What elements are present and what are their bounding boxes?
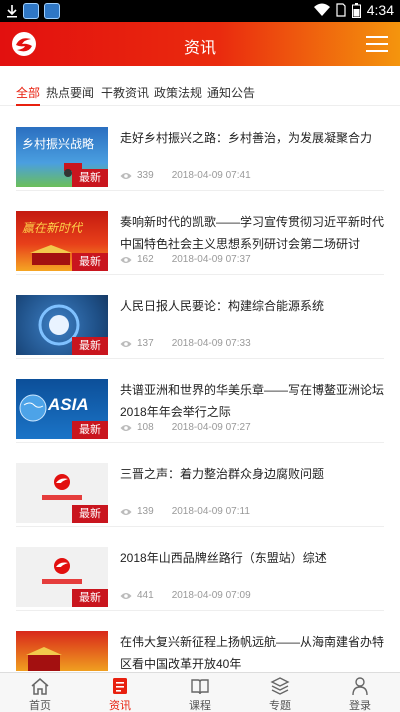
placeholder-logo-icon [42,558,82,584]
home-icon [31,678,49,695]
nav-home-label: 首页 [29,700,51,712]
list-item[interactable]: 最新 三晋之声：着力整治群众身边腐败问题 139 2018-04-09 07:1… [16,443,384,527]
category-tabs: 全部 热点要闻 干教资讯 政策法规 通知公告 [0,66,400,106]
eye-icon [120,508,132,515]
view-count: 137 [137,338,154,349]
list-item[interactable]: ASIA 最新 共谱亚洲和世界的华美乐章——写在博鳌亚洲论坛2018年年会举行之… [16,359,384,443]
placeholder-logo-icon [42,474,82,500]
menu-icon-bar [366,36,388,38]
thumbnail-caption: ASIA [48,395,89,414]
sim-icon [336,3,346,17]
article-title: 走好乡村振兴之路：乡村善治，为发展凝聚合力 [120,131,373,145]
nav-home[interactable]: 首页 [0,673,80,712]
article-thumbnail: 最新 [16,463,108,523]
nav-login[interactable]: 登录 [320,673,400,712]
eye-icon [120,256,132,263]
new-badge: 最新 [72,505,108,523]
article-title: 共谱亚洲和世界的华美乐章——写在博鳌亚洲论坛2018年年会举行之际 [120,383,385,419]
user-icon [352,677,368,696]
thumbnail-caption: 赢在新时代 [22,221,83,235]
tiananmen-icon [30,245,72,265]
eye-icon [120,592,132,599]
publish-date: 2018-04-09 07:11 [171,506,250,517]
globe-icon [19,394,47,422]
eye-icon [120,424,132,431]
download-icon [7,5,17,18]
nav-news-label: 资讯 [109,700,131,712]
article-meta: 137 2018-04-09 07:33 [120,338,251,349]
layers-icon [270,677,290,695]
status-time: 4:34 [366,2,394,18]
bottom-navigation: 首页 资讯 课程 专题 登录 [0,672,400,712]
publish-date: 2018-04-09 07:41 [171,170,251,181]
nav-news[interactable]: 资讯 [80,673,160,712]
notification-app-icon [23,3,39,19]
eye-icon [120,340,132,347]
news-icon [113,678,127,694]
battery-icon [351,2,361,18]
article-thumbnail: 最新 [16,295,108,355]
list-item[interactable]: 乡村振兴战略 最新 走好乡村振兴之路：乡村善治，为发展凝聚合力 339 2018… [16,107,384,191]
article-thumbnail: 乡村振兴战略 最新 [16,127,108,187]
article-thumbnail: 赢在新时代 最新 [16,211,108,271]
article-title: 人民日报人民要论：构建综合能源系统 [120,299,325,313]
page-title: 资讯 [183,40,216,57]
menu-button[interactable] [366,36,388,52]
new-badge: 最新 [72,253,108,271]
new-badge: 最新 [72,169,108,187]
tiananmen-icon [26,647,62,671]
list-item[interactable]: 最新 2018年山西品牌丝路行（东盟站）综述 441 2018-04-09 07… [16,527,384,611]
tab-cadre-education[interactable]: 干教资讯 [101,84,149,106]
menu-icon-bar [366,43,388,45]
wifi-icon [313,3,330,16]
new-badge: 最新 [72,589,108,607]
nav-courses-label: 课程 [189,700,211,712]
publish-date: 2018-04-09 07:37 [171,254,251,265]
list-item[interactable]: 赢在新时代 最新 奏响新时代的凯歌——学习宣传贯彻习近平新时代中国特色社会主义思… [16,191,384,275]
app-header: 资讯 [0,22,400,66]
article-title: 奏响新时代的凯歌——学习宣传贯彻习近平新时代中国特色社会主义思想系列研讨会第二场… [120,215,385,251]
view-count: 162 [137,254,154,265]
thumbnail-caption: 乡村振兴战略 [22,137,95,151]
article-thumbnail: ASIA 最新 [16,379,108,439]
view-count: 139 [137,506,154,517]
article-title: 2018年山西品牌丝路行（东盟站）综述 [120,551,327,565]
view-count: 108 [137,422,154,433]
view-count: 339 [137,170,154,181]
nav-topics-label: 专题 [269,700,291,712]
tab-hot-news[interactable]: 热点要闻 [46,84,94,106]
article-thumbnail [16,631,108,671]
notification-app-icon [44,3,60,19]
publish-date: 2018-04-09 07:27 [171,422,251,433]
article-thumbnail: 最新 [16,547,108,607]
article-meta: 162 2018-04-09 07:37 [120,254,251,265]
tab-policy[interactable]: 政策法规 [154,84,202,106]
article-title: 三晋之声：着力整治群众身边腐败问题 [120,467,325,481]
nav-courses[interactable]: 课程 [160,673,240,712]
view-count: 441 [137,590,154,601]
book-icon [191,679,209,695]
tab-notices[interactable]: 通知公告 [207,84,255,106]
article-meta: 441 2018-04-09 07:09 [120,590,251,601]
list-item[interactable]: 最新 人民日报人民要论：构建综合能源系统 137 2018-04-09 07:3… [16,275,384,359]
publish-date: 2018-04-09 07:09 [171,590,251,601]
nav-login-label: 登录 [349,700,371,712]
publish-date: 2018-04-09 07:33 [171,338,251,349]
article-meta: 108 2018-04-09 07:27 [120,422,251,433]
new-badge: 最新 [72,337,108,355]
menu-icon-bar [366,50,388,52]
article-meta: 139 2018-04-09 07:11 [120,506,250,517]
status-bar: 4:34 [0,0,400,22]
article-title: 在伟大复兴新征程上扬帆远航——从海南建省办特区看中国改革开放40年 [120,635,385,671]
tab-all[interactable]: 全部 [16,84,41,106]
eye-icon [120,172,132,179]
nav-topics[interactable]: 专题 [240,673,320,712]
article-meta: 339 2018-04-09 07:41 [120,170,251,181]
new-badge: 最新 [72,421,108,439]
